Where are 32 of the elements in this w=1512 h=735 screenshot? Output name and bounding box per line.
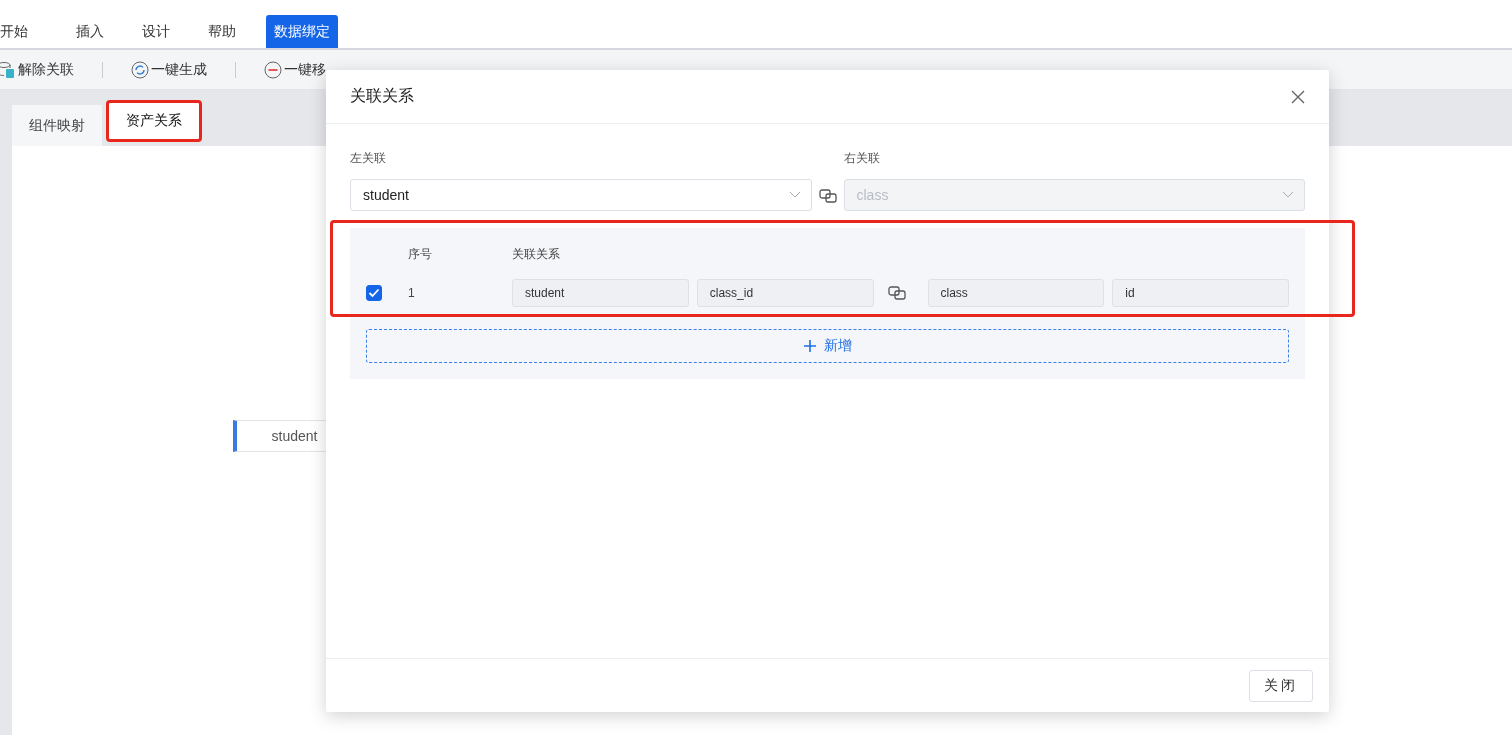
- database-icon: [0, 60, 16, 79]
- chevron-down-icon: [1282, 191, 1294, 199]
- refresh-icon: [131, 60, 149, 79]
- select-field[interactable]: student: [350, 179, 812, 211]
- link-icon: [818, 189, 837, 203]
- page-tab[interactable]: 资产关系: [106, 100, 202, 142]
- input-field[interactable]: class_id: [696, 279, 874, 307]
- menu-tab[interactable]: 开始: [0, 15, 36, 48]
- column-header: 关联关系: [512, 245, 560, 263]
- toolbar-button[interactable]: 一键移: [262, 60, 328, 79]
- plus-icon: [803, 340, 816, 352]
- menu-tab[interactable]: 插入: [68, 15, 112, 48]
- column-header: 序号: [408, 245, 433, 263]
- add-button[interactable]: 新增: [366, 329, 1289, 363]
- input-field[interactable]: id: [1112, 279, 1289, 307]
- field-label: 右关联: [843, 150, 881, 167]
- menu-tab[interactable]: 数据绑定: [266, 15, 338, 48]
- toolbar-button[interactable]: 解除关联: [0, 60, 76, 79]
- toolbar-button[interactable]: 一键生成: [129, 60, 209, 79]
- menu-tab[interactable]: 设计: [134, 15, 178, 48]
- link-icon: [887, 286, 906, 300]
- page-tab[interactable]: 组件映射: [12, 105, 102, 146]
- field-label: 左关联: [350, 150, 387, 167]
- input-field[interactable]: class: [927, 279, 1105, 307]
- checkbox[interactable]: [366, 285, 382, 301]
- close-dialog-button[interactable]: 关闭: [1249, 669, 1313, 702]
- input-field[interactable]: student: [512, 279, 689, 307]
- dialog-title: 关联关系: [350, 86, 414, 106]
- minus-circle-icon: [264, 60, 282, 79]
- row-index: 1: [408, 286, 416, 300]
- menu-tab[interactable]: 帮助: [200, 15, 244, 48]
- chevron-down-icon: [788, 191, 801, 199]
